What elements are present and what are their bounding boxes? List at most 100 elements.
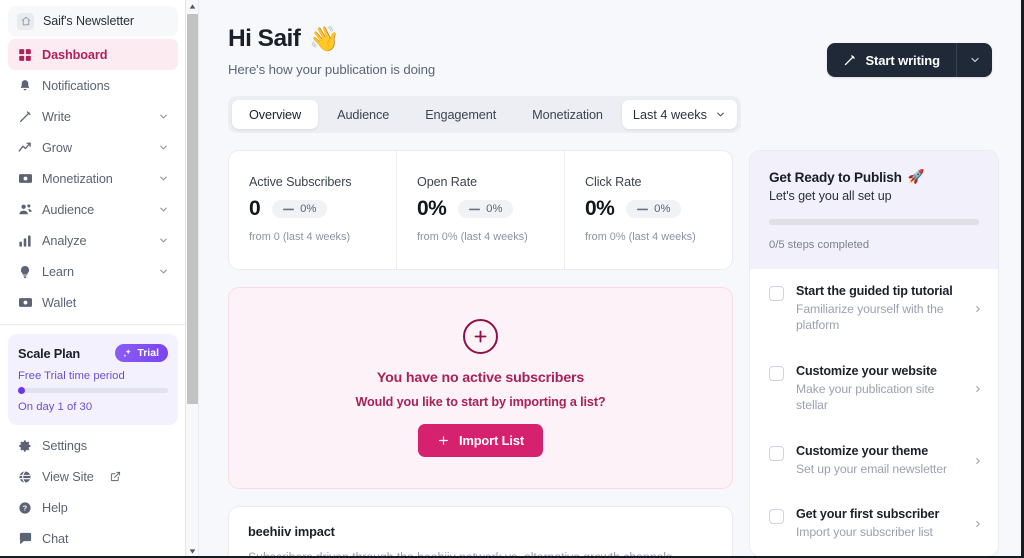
stat-open-rate: Open Rate 0% 0% from 0% (last 4 weeks) — [396, 151, 564, 269]
stat-footer: from 0% (last 4 weeks) — [417, 231, 528, 243]
sidebar-item-dashboard[interactable]: Dashboard — [8, 39, 178, 70]
publish-progress-text: 0/5 steps completed — [769, 239, 870, 251]
sidebar-scrollbar-thumb[interactable] — [187, 14, 198, 404]
no-subscribers-title: You have no active subscribers — [376, 370, 585, 386]
plan-day-text: On day 1 of 30 — [18, 401, 93, 413]
sidebar-item-label: Monetization — [42, 171, 113, 186]
plan-subtitle: Free Trial time period — [18, 370, 125, 382]
sidebar-item-monetization[interactable]: Monetization — [8, 163, 178, 194]
stat-label: Click Rate — [585, 175, 642, 189]
sidebar-item-write[interactable]: Write — [8, 101, 178, 132]
tab-engagement[interactable]: Engagement — [408, 100, 513, 129]
publish-card-subtitle: Let's get you all set up — [769, 189, 892, 203]
date-range-selector[interactable]: Last 4 weeks — [621, 100, 737, 129]
bar-chart-icon — [17, 233, 33, 249]
publish-step-theme[interactable]: Customize your theme Set up your email n… — [750, 429, 998, 492]
plan-progress-bar — [18, 387, 168, 394]
globe-icon — [17, 469, 33, 485]
minus-icon — [283, 208, 295, 211]
sidebar-item-settings[interactable]: Settings — [8, 430, 178, 461]
sidebar-item-help[interactable]: ? Help — [8, 492, 178, 523]
sidebar-item-label: Chat — [42, 531, 69, 546]
checkbox-icon[interactable] — [769, 445, 784, 461]
tab-bar: Overview Audience Engagement Monetizatio… — [228, 96, 741, 133]
publication-name: Saif's Newsletter — [43, 14, 134, 28]
trial-badge-label: Trial — [137, 347, 159, 359]
step-description: Set up your email newsletter — [796, 461, 947, 476]
stat-row: 0% 0% — [417, 197, 564, 221]
sidebar-item-label: Grow — [42, 140, 72, 155]
publish-step-subscriber[interactable]: Get your first subscriber Import your su… — [750, 492, 998, 555]
sidebar-item-chat[interactable]: Chat — [8, 523, 178, 554]
sidebar-item-label: Learn — [42, 264, 74, 279]
checkbox-icon[interactable] — [769, 509, 784, 525]
step-body: Customize your website Make your publica… — [796, 364, 961, 414]
sidebar-item-wallet[interactable]: Wallet — [8, 287, 178, 318]
publish-step-website[interactable]: Customize your website Make your publica… — [750, 349, 998, 429]
pencil-icon — [17, 109, 33, 125]
sidebar: Saif's Newsletter Dashboard Notification… — [0, 0, 199, 556]
bell-icon — [17, 78, 33, 94]
sidebar-bottom: Settings View Site ? Help Chat — [0, 425, 186, 554]
sidebar-scrollbar[interactable] — [185, 0, 199, 556]
trial-badge[interactable]: Trial — [115, 344, 168, 362]
chevron-down-icon — [158, 142, 169, 153]
sidebar-item-label: Dashboard — [42, 47, 108, 62]
left-column: Active Subscribers 0 0% from 0 (last 4 w… — [228, 150, 733, 556]
svg-text:?: ? — [23, 503, 28, 512]
minus-icon — [637, 208, 649, 211]
step-title: Customize your theme — [796, 443, 929, 458]
stat-value: 0% — [417, 197, 447, 220]
get-ready-to-publish-card: Get Ready to Publish 🚀 Let's get you all… — [749, 150, 999, 556]
step-body: Start the guided tip tutorial Familiariz… — [796, 284, 961, 334]
scroll-down-arrow-icon[interactable] — [186, 545, 199, 556]
start-writing-group: Start writing — [827, 43, 992, 77]
wallet-icon — [17, 295, 33, 311]
sidebar-item-view-site[interactable]: View Site — [8, 461, 178, 492]
gear-icon — [17, 438, 33, 454]
main-content: Hi Saif 👋 Here's how your publication is… — [199, 0, 1021, 556]
sidebar-item-learn[interactable]: Learn — [8, 256, 178, 287]
plus-circle-icon — [463, 319, 498, 354]
sidebar-item-grow[interactable]: Grow — [8, 132, 178, 163]
dashboard-columns: Active Subscribers 0 0% from 0 (last 4 w… — [228, 150, 1005, 556]
sidebar-scroll-area: Saif's Newsletter Dashboard Notification… — [0, 0, 186, 556]
sparkle-icon — [122, 348, 133, 359]
date-range-value: Last 4 weeks — [632, 107, 707, 122]
stat-label: Active Subscribers — [249, 175, 352, 189]
step-description: Make your publication site stellar — [796, 381, 935, 413]
stat-footer: from 0 (last 4 weeks) — [249, 231, 351, 243]
start-writing-dropdown-button[interactable] — [956, 43, 992, 77]
sidebar-divider — [0, 324, 186, 325]
tab-audience[interactable]: Audience — [320, 100, 406, 129]
chevron-right-icon — [973, 519, 984, 529]
plan-header: Scale Plan Trial — [18, 344, 168, 362]
publish-step-tutorial[interactable]: Start the guided tip tutorial Familiariz… — [750, 269, 998, 349]
start-writing-button[interactable]: Start writing — [827, 43, 956, 77]
waving-hand-icon: 👋 — [309, 26, 340, 53]
publication-switcher[interactable]: Saif's Newsletter — [8, 6, 178, 36]
sidebar-item-label: Settings — [42, 438, 88, 453]
question-icon: ? — [17, 500, 33, 516]
lightbulb-icon — [17, 264, 33, 280]
external-link-icon — [110, 471, 121, 482]
sidebar-item-label: Wallet — [42, 295, 77, 310]
sidebar-item-notifications[interactable]: Notifications — [8, 70, 178, 101]
sidebar-item-audience[interactable]: Audience — [8, 194, 178, 225]
minus-icon — [469, 208, 481, 211]
plan-card[interactable]: Scale Plan Trial Free Trial time period … — [8, 334, 178, 425]
checkbox-icon[interactable] — [769, 365, 784, 381]
tab-monetization[interactable]: Monetization — [515, 100, 620, 129]
beehiiv-impact-card: beehiiv impact Subscribers driven throug… — [228, 506, 733, 556]
stat-delta: 0% — [486, 203, 503, 215]
checkbox-icon[interactable] — [769, 286, 784, 301]
stats-card: Active Subscribers 0 0% from 0 (last 4 w… — [228, 150, 733, 270]
scroll-up-arrow-icon[interactable] — [186, 0, 199, 13]
plan-title: Scale Plan — [18, 345, 81, 361]
chevron-down-icon — [715, 109, 726, 120]
sidebar-item-label: Audience — [42, 202, 95, 217]
sidebar-item-label: Analyze — [42, 233, 87, 248]
tab-overview[interactable]: Overview — [232, 100, 319, 129]
import-list-button[interactable]: Import List — [417, 424, 543, 457]
sidebar-item-analyze[interactable]: Analyze — [8, 225, 178, 256]
